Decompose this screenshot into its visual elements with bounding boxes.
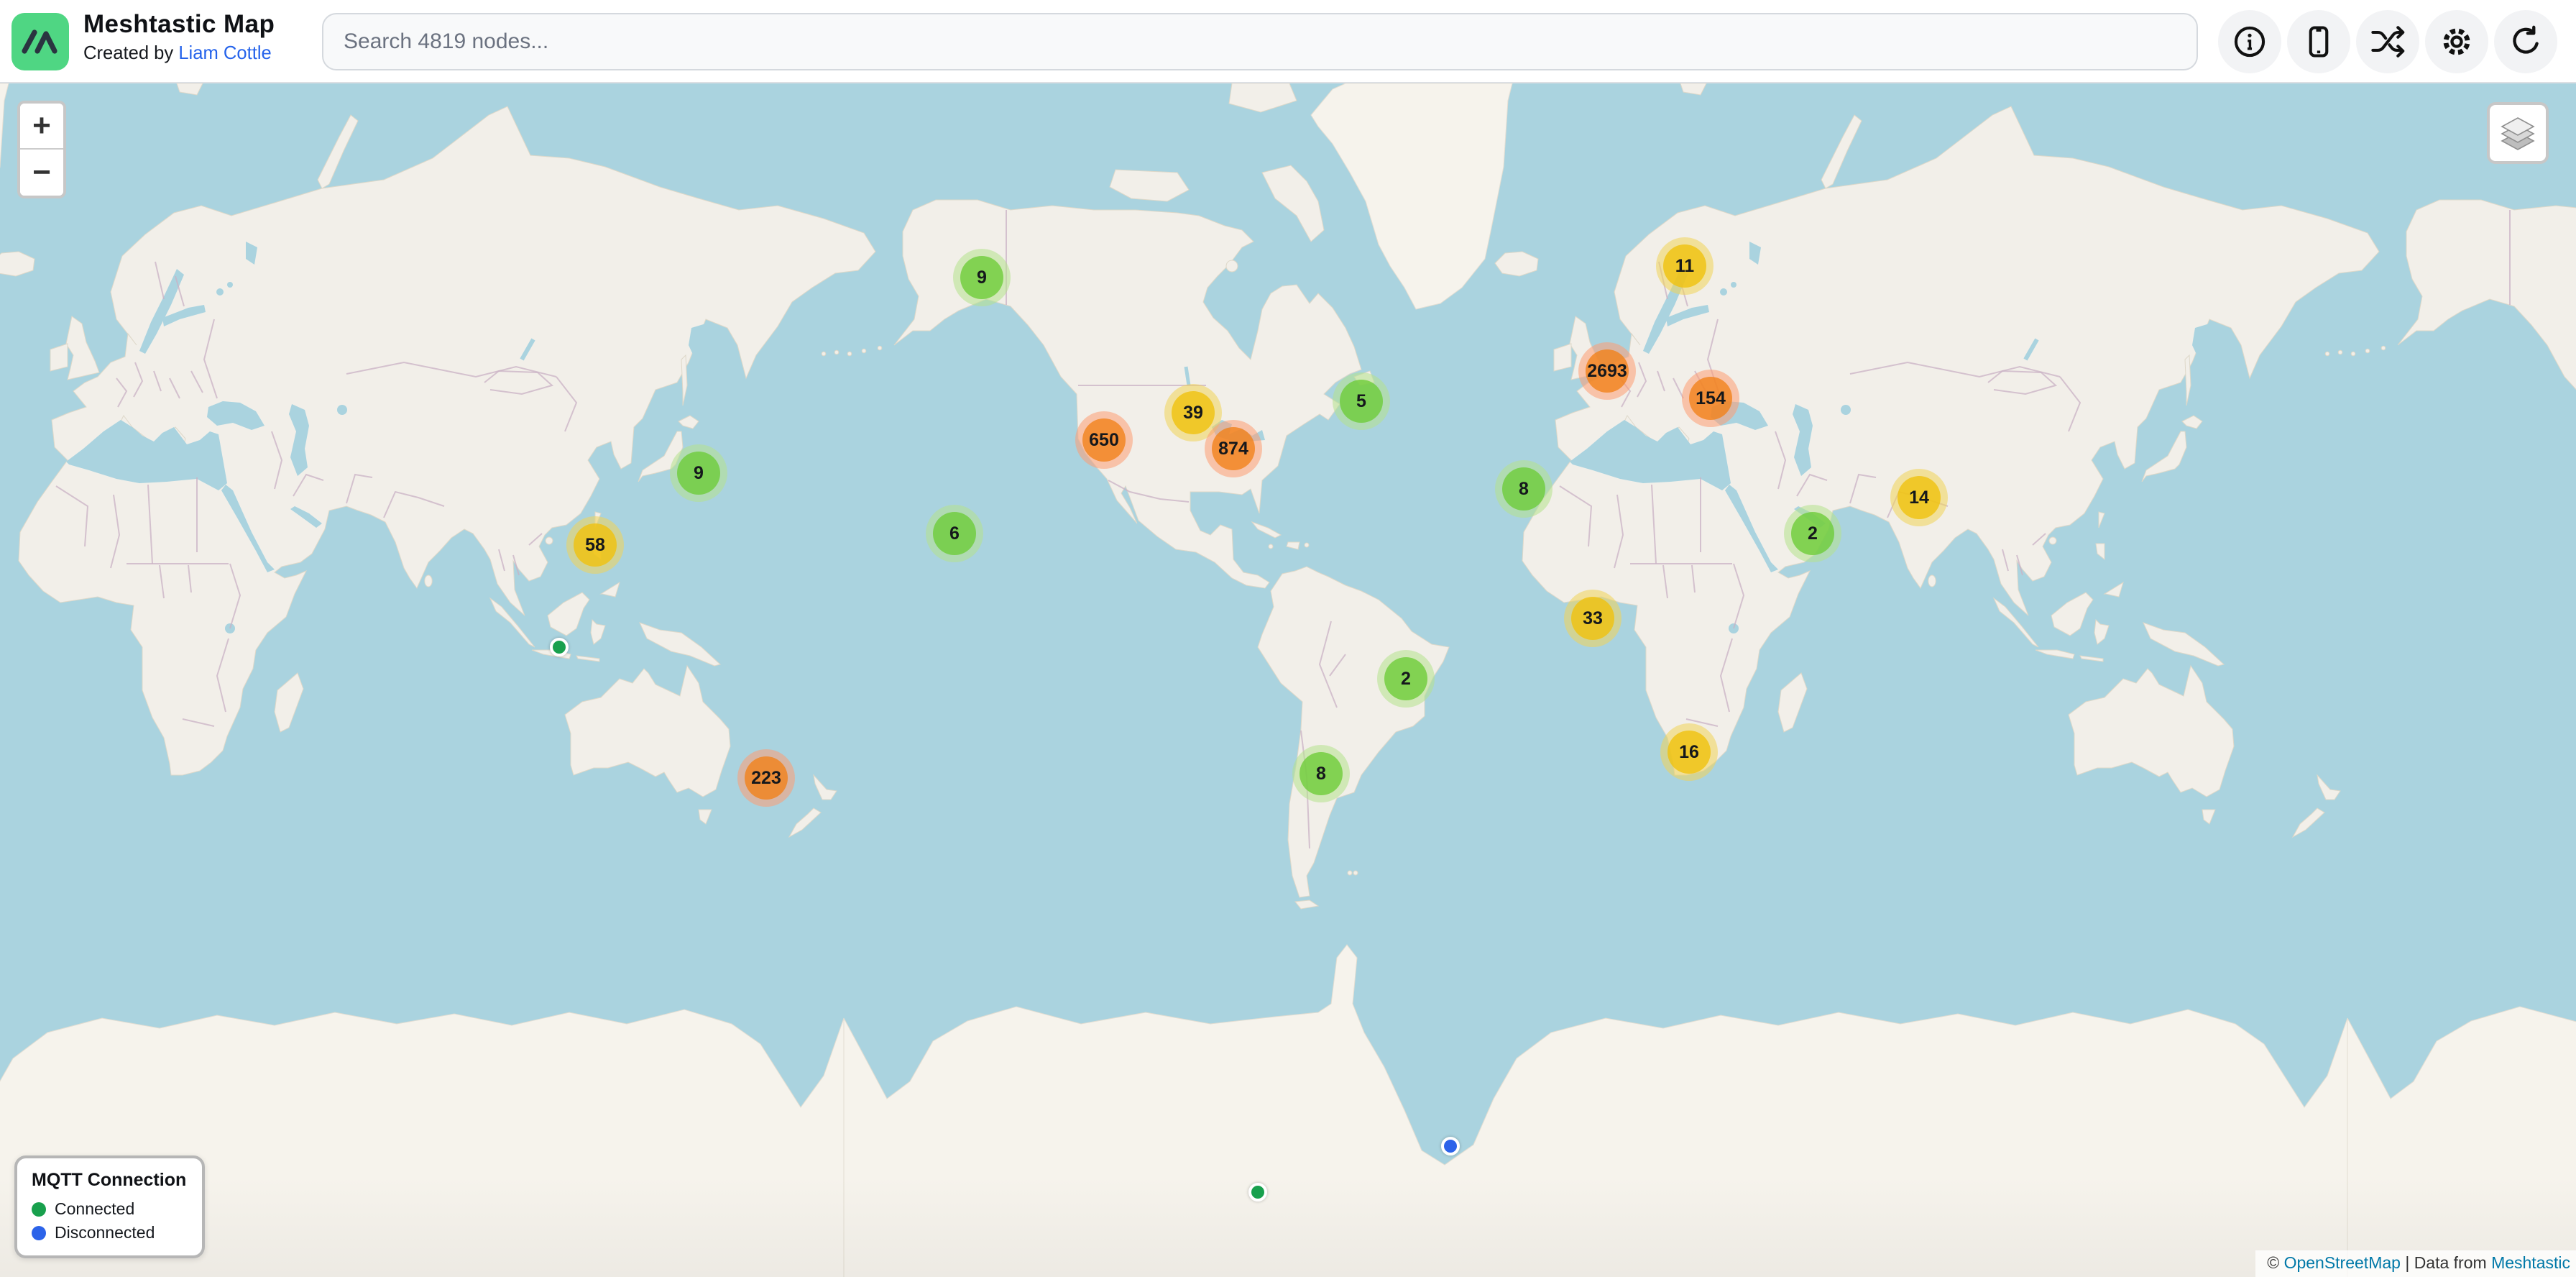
node-cluster[interactable]: 11 (1656, 237, 1714, 295)
node-cluster[interactable]: 9 (953, 249, 1011, 306)
node-cluster[interactable]: 8 (1495, 460, 1552, 518)
gear-icon (2437, 22, 2476, 61)
cluster-count: 6 (949, 523, 960, 544)
cluster-count: 5 (1356, 391, 1366, 412)
cluster-count: 2 (1808, 523, 1818, 544)
node-cluster[interactable]: 33 (1564, 590, 1622, 647)
node-cluster[interactable]: 223 (737, 749, 795, 807)
cluster-count: 33 (1583, 608, 1603, 629)
legend-title: MQTT Connection (32, 1170, 186, 1191)
node-marker-disconnected[interactable] (1441, 1137, 1460, 1155)
cluster-count: 650 (1089, 430, 1119, 451)
mqtt-legend: MQTT Connection Connected Disconnected (14, 1155, 205, 1258)
search-input[interactable] (322, 13, 2198, 70)
node-cluster[interactable]: 5 (1333, 372, 1390, 430)
node-cluster[interactable]: 650 (1075, 411, 1133, 469)
cluster-count: 58 (585, 535, 605, 556)
node-cluster[interactable]: 2 (1784, 505, 1841, 562)
node-cluster[interactable]: 14 (1890, 469, 1948, 526)
cluster-count: 14 (1909, 488, 1929, 508)
node-cluster[interactable]: 874 (1205, 420, 1262, 477)
cluster-count: 39 (1183, 403, 1203, 424)
node-cluster[interactable]: 9 (670, 444, 727, 502)
random-node-button[interactable] (2356, 10, 2419, 73)
cluster-count: 2 (1401, 669, 1411, 690)
node-cluster[interactable]: 58 (566, 516, 624, 574)
legend-item-disconnected: Disconnected (32, 1223, 186, 1242)
shuffle-icon (2369, 23, 2406, 60)
cluster-count: 223 (751, 768, 781, 789)
cluster-count: 11 (1675, 256, 1694, 277)
cluster-count: 2693 (1587, 361, 1627, 382)
cluster-count: 9 (977, 267, 987, 288)
info-button[interactable] (2218, 10, 2281, 73)
node-marker-connected[interactable] (1248, 1183, 1267, 1202)
mobile-app-button[interactable] (2287, 10, 2350, 73)
node-cluster[interactable]: 8 (1292, 745, 1350, 802)
cluster-count: 9 (694, 463, 704, 484)
byline: Created by Liam Cottle (83, 43, 275, 64)
osm-attribution-link[interactable]: OpenStreetMap (2284, 1253, 2401, 1272)
meshtastic-logo-icon (12, 13, 69, 70)
node-cluster[interactable]: 16 (1660, 723, 1718, 781)
cluster-count: 16 (1679, 742, 1699, 763)
zoom-in-button[interactable]: + (20, 104, 63, 150)
info-icon (2231, 23, 2268, 60)
app-header: Meshtastic Map Created by Liam Cottle (0, 0, 2576, 83)
node-cluster[interactable]: 2693 (1578, 342, 1636, 400)
legend-item-connected: Connected (32, 1199, 186, 1219)
node-cluster[interactable]: 6 (926, 505, 983, 562)
page-title: Meshtastic Map (83, 10, 275, 39)
node-cluster[interactable]: 154 (1682, 370, 1739, 427)
phone-icon (2300, 23, 2337, 60)
meshtastic-attribution-link[interactable]: Meshtastic (2491, 1253, 2570, 1272)
layers-control[interactable] (2487, 102, 2549, 164)
settings-button[interactable] (2425, 10, 2488, 73)
cluster-count: 874 (1218, 439, 1248, 459)
node-marker-connected[interactable] (550, 638, 569, 656)
connected-dot-icon (32, 1202, 46, 1217)
toolbar (2218, 10, 2557, 73)
map-attribution: © OpenStreetMap | Data from Meshtastic (2255, 1250, 2576, 1277)
cluster-count: 8 (1519, 479, 1529, 500)
disconnected-dot-icon (32, 1226, 46, 1240)
refresh-button[interactable] (2494, 10, 2557, 73)
author-link[interactable]: Liam Cottle (178, 43, 271, 63)
zoom-control: + − (17, 101, 66, 198)
cluster-count: 8 (1316, 764, 1326, 784)
node-cluster[interactable]: 2 (1377, 650, 1435, 708)
layers-icon (2498, 111, 2538, 156)
refresh-icon (2507, 23, 2544, 60)
zoom-out-button[interactable]: − (20, 150, 63, 196)
cluster-count: 154 (1696, 388, 1726, 409)
cluster-layer: 9 39 650 874 5 11 2693 154 8 14 2 9 58 6 33 2 16 8 223 (0, 0, 2576, 1277)
